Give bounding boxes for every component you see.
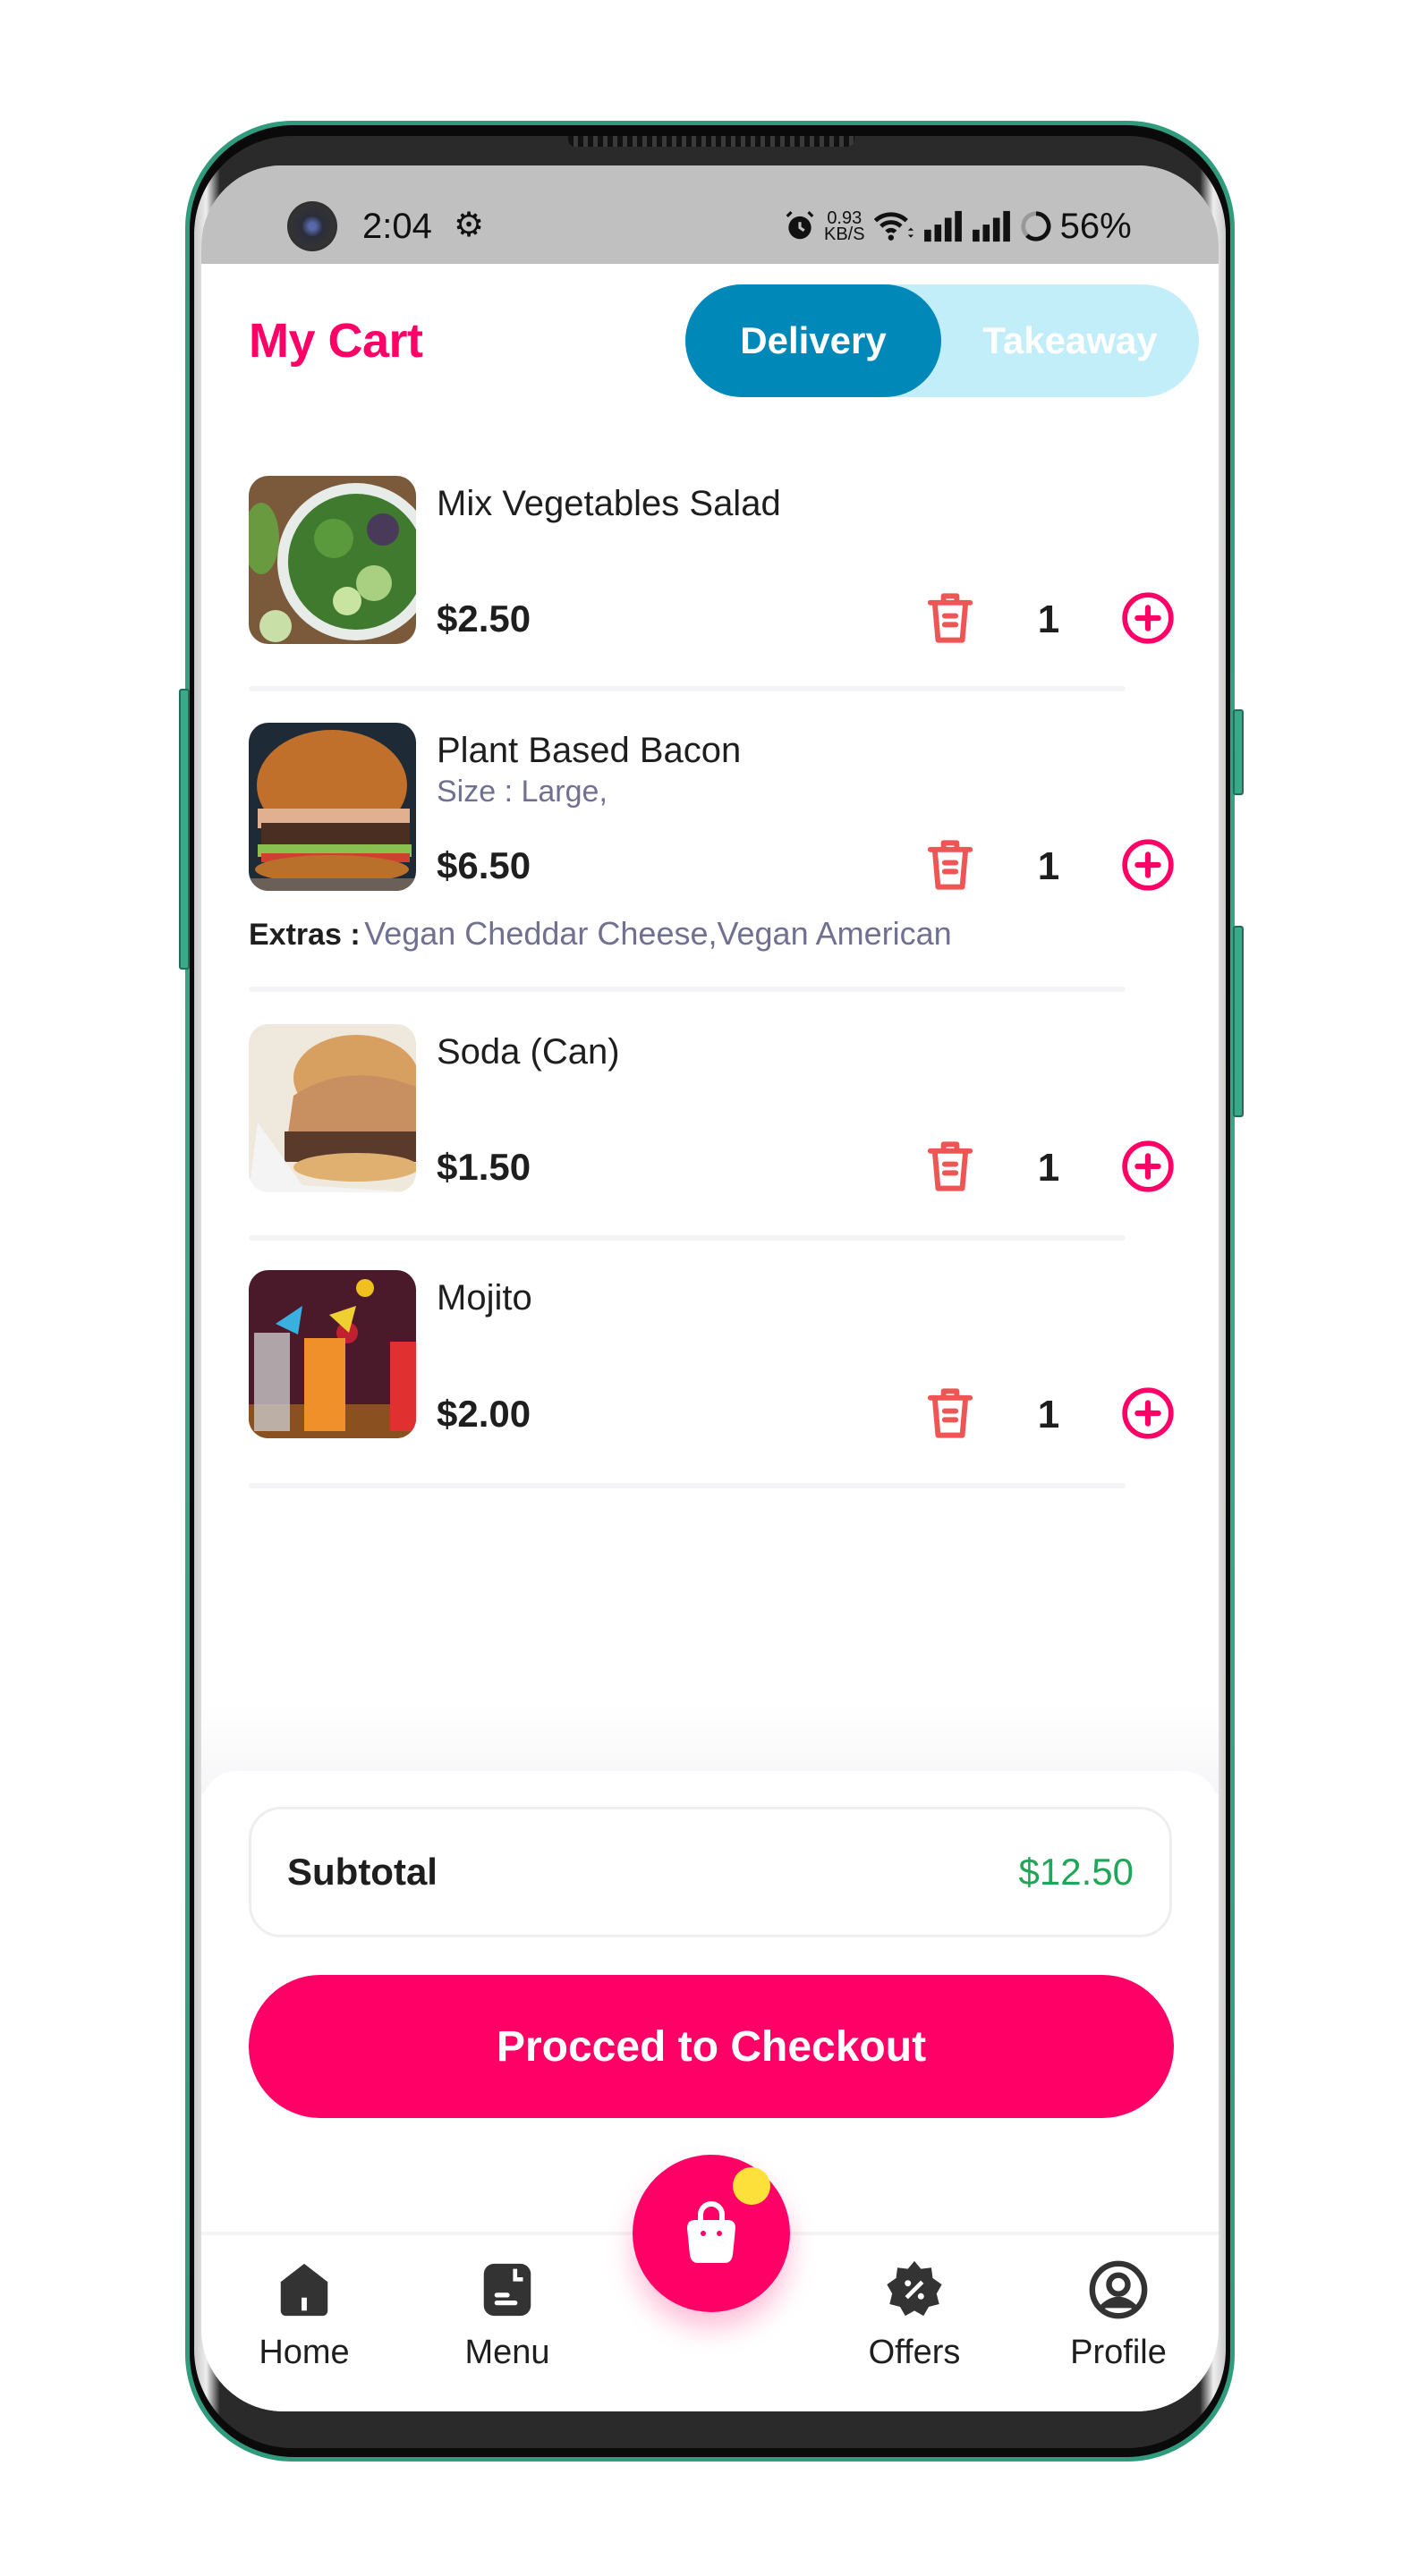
remove-item-button[interactable] [923,836,977,898]
tab-delivery[interactable]: Delivery [685,284,941,397]
item-quantity: 1 [1037,597,1060,641]
cart-item [249,723,416,891]
phone-side-button-right [1233,926,1244,1117]
increase-quantity-button[interactable] [1120,1139,1176,1199]
nav-label: Home [259,2334,350,2371]
item-name: Plant Based Bacon [437,731,742,770]
item-name: Mojito [437,1278,532,1318]
shopping-bag-icon [687,2201,735,2263]
item-image-sandwich [249,1024,416,1192]
home-icon [280,2263,328,2317]
trash-icon [927,1141,973,1191]
subtotal-label: Subtotal [287,1851,438,1893]
item-divider [249,686,1126,691]
increase-quantity-button[interactable] [1120,1385,1176,1445]
item-price: $2.00 [437,1393,531,1435]
cart-item [249,1270,416,1438]
cart-notification-badge [733,2167,770,2205]
item-divider [249,1235,1126,1241]
page-title: My Cart [249,314,423,368]
cart-item [249,476,416,644]
signal-icon [923,210,962,242]
delivery-mode-toggle[interactable]: Delivery Takeaway [685,284,1199,397]
extras-value: Vegan Cheddar Cheese,Vegan American [364,915,952,952]
remove-item-button[interactable] [923,1385,977,1446]
signal-icon [972,210,1010,242]
subtotal-row: Subtotal $12.50 [249,1807,1172,1937]
profile-icon [1089,2260,1148,2319]
item-quantity: 1 [1037,844,1060,888]
remove-item-button[interactable] [923,589,977,651]
network-speed-unit: KB/S [824,225,865,244]
trash-icon [927,593,973,643]
item-divider [249,987,1126,992]
item-extras: Extras : Vegan Cheddar Cheese,Vegan Amer… [249,915,990,953]
nav-label: Offers [868,2334,961,2371]
gear-icon: ⚙ [454,207,485,244]
plus-circle-icon [1122,592,1174,644]
increase-quantity-button[interactable] [1120,837,1176,897]
plus-circle-icon [1122,839,1174,891]
camera-cutout [287,201,337,251]
battery-percent: 56% [1059,206,1132,246]
item-image-burger [249,723,416,891]
plus-circle-icon [1122,1387,1174,1439]
nav-label: Menu [464,2334,550,2371]
nav-item-home[interactable]: Home [215,2258,394,2372]
item-size: Size : Large, [437,775,608,809]
status-bar: 2:04 ⚙ 0.93 KB/S 56% [201,165,1219,264]
status-icons: 0.93 KB/S 56% [783,201,1132,251]
cart-item [249,1024,416,1192]
network-speed: 0.93 KB/S [824,209,865,244]
cart-fab-button[interactable] [633,2155,790,2312]
menu-document-icon [483,2263,531,2317]
phone-screen: 2:04 ⚙ 0.93 KB/S 56% My Cart Delivery Ta… [201,165,1219,2411]
status-time: 2:04 [362,207,432,246]
item-divider [249,1483,1126,1488]
item-price: $2.50 [437,597,531,640]
extras-label: Extras : [249,918,361,952]
item-image-salad [249,476,416,644]
item-price: $1.50 [437,1146,531,1188]
subtotal-value: $12.50 [1018,1851,1134,1893]
battery-ring-icon [1020,211,1051,242]
phone-side-button-right-top [1233,709,1244,795]
nav-label: Profile [1070,2334,1167,2371]
item-price: $6.50 [437,844,531,886]
tab-takeaway[interactable]: Takeaway [941,284,1199,397]
trash-icon [927,1388,973,1438]
wifi-icon [873,212,913,241]
phone-side-button-left [179,689,190,970]
earpiece-speaker [568,136,854,147]
nav-item-profile[interactable]: Profile [1029,2258,1208,2372]
checkout-button[interactable]: Procced to Checkout [249,1975,1174,2118]
plus-circle-icon [1122,1140,1174,1192]
item-quantity: 1 [1037,1393,1060,1436]
nav-item-menu[interactable]: Menu [418,2258,597,2372]
item-quantity: 1 [1037,1146,1060,1190]
item-image-cocktails [249,1270,416,1438]
remove-item-button[interactable] [923,1138,977,1199]
discount-badge-icon [887,2260,942,2317]
nav-item-offers[interactable]: Offers [825,2258,1004,2372]
trash-icon [927,840,973,890]
item-name: Mix Vegetables Salad [437,484,781,523]
increase-quantity-button[interactable] [1120,590,1176,650]
item-name: Soda (Can) [437,1032,620,1072]
alarm-icon [786,211,814,240]
